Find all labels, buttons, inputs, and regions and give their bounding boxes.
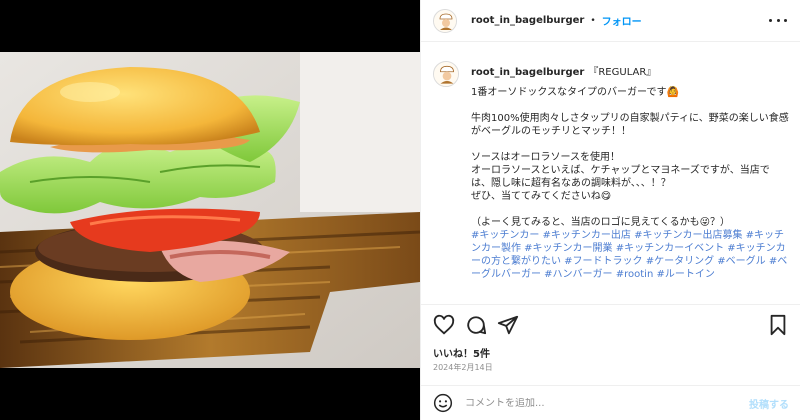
hashtag-links[interactable]: #キッチンカー #キッチンカー出店 #キッチンカー出店募集 #キッチンカー製作 … <box>471 230 787 280</box>
post-date[interactable]: 2024年2月14日 <box>433 362 493 373</box>
burger-image <box>0 52 420 368</box>
post-comment-button[interactable]: 投稿する <box>749 396 789 411</box>
comment-icon[interactable] <box>465 314 487 336</box>
action-bar <box>421 304 800 344</box>
separator-dot: • <box>590 15 596 26</box>
caption-avatar[interactable] <box>433 61 459 87</box>
chef-logo-icon <box>434 62 458 86</box>
post-info-pane: root_in_bagelburger • フォロー root_in_bagel… <box>420 0 800 420</box>
post-photo[interactable] <box>0 52 420 368</box>
caption-text: 1番オーソドックスなタイプのバーガーです🙆 牛肉100%使用肉々しさタップリの自… <box>471 87 789 228</box>
header-username[interactable]: root_in_bagelburger <box>471 15 584 26</box>
caption-row: root_in_bagelburger 『REGULAR』 1番オーソドックスな… <box>433 60 789 281</box>
share-icon[interactable] <box>497 314 519 336</box>
smiley-icon[interactable] <box>433 393 453 413</box>
more-options-icon[interactable] <box>769 13 787 27</box>
likes-count[interactable]: いいね！5件 <box>433 345 490 360</box>
caption-title: root_in_bagelburger 『REGULAR』 <box>471 64 789 80</box>
post-media-pane <box>0 0 420 420</box>
post-header: root_in_bagelburger • フォロー <box>421 0 800 42</box>
chef-logo-icon <box>434 9 456 32</box>
follow-button[interactable]: フォロー <box>602 13 642 28</box>
heart-icon[interactable] <box>433 314 455 336</box>
caption-username[interactable]: root_in_bagelburger <box>471 66 584 79</box>
caption-body: root_in_bagelburger 『REGULAR』 1番オーソドックスな… <box>471 60 789 281</box>
caption-scroll-area[interactable]: root_in_bagelburger 『REGULAR』 1番オーソドックスな… <box>421 42 800 304</box>
bookmark-icon[interactable] <box>767 314 789 336</box>
caption-hashtags[interactable]: #キッチンカー #キッチンカー出店 #キッチンカー出店募集 #キッチンカー製作 … <box>471 229 789 281</box>
comment-bar: 投稿する <box>421 385 800 420</box>
comment-input[interactable] <box>465 397 725 409</box>
caption-tag: 『REGULAR』 <box>588 66 657 78</box>
avatar[interactable] <box>433 8 457 33</box>
